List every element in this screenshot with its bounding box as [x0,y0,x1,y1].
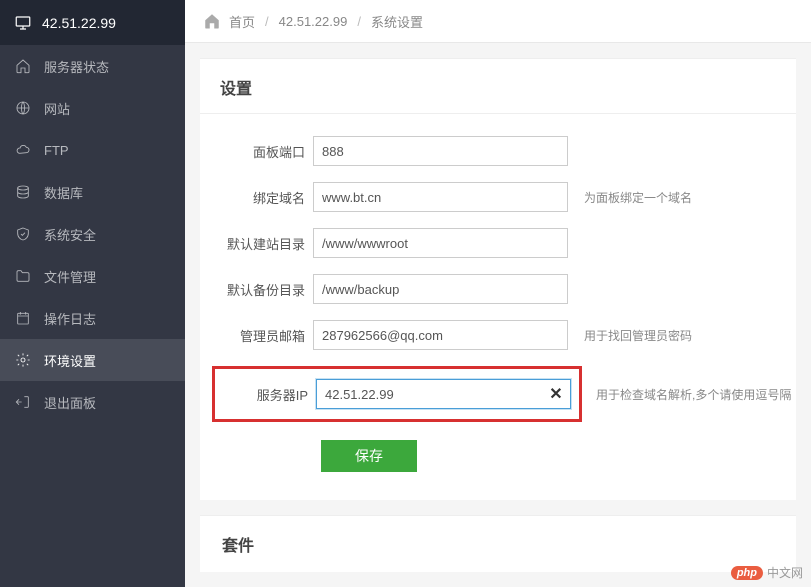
server-ip-label: 服务器IP [215,385,316,404]
sidebar-item-settings[interactable]: 环境设置 [0,339,185,381]
default-backup-dir-label: 默认备份目录 [218,280,313,299]
server-ip-highlight: 服务器IP ✕ [212,366,582,422]
sidebar-item-logs[interactable]: 操作日志 [0,297,185,339]
suite-panel-title: 套件 [200,516,796,572]
panel-title: 设置 [200,59,796,114]
clear-input-icon[interactable]: ✕ [547,385,565,403]
form-row-admin-email: 管理员邮箱 用于找回管理员密码 [218,320,778,350]
panel-port-input[interactable] [313,136,568,166]
main-content: 首页 / 42.51.22.99 / 系统设置 设置 面板端口 绑定域名 [185,0,811,587]
sidebar-item-label: 环境设置 [44,351,96,370]
bind-domain-label: 绑定域名 [218,188,313,207]
sidebar-item-ftp[interactable]: FTP [0,129,185,171]
watermark-text: 中文网 [767,564,803,581]
monitor-icon [14,14,32,32]
form-row-default-site-dir: 默认建站目录 [218,228,778,258]
sidebar-item-website[interactable]: 网站 [0,87,185,129]
sidebar-item-label: 系统安全 [44,225,96,244]
breadcrumb-current: 系统设置 [371,12,423,31]
folder-icon [14,267,32,285]
suite-panel: 套件 [200,515,796,572]
server-ip-title: 42.51.22.99 [42,15,116,31]
sidebar-header: 42.51.22.99 [0,0,185,45]
gear-icon [14,351,32,369]
settings-form: 面板端口 绑定域名 为面板绑定一个域名 默认建站目录 [200,114,796,500]
admin-email-label: 管理员邮箱 [218,326,313,345]
save-button[interactable]: 保存 [321,440,417,472]
default-site-dir-input[interactable] [313,228,568,258]
calendar-icon [14,309,32,327]
admin-email-input[interactable] [313,320,568,350]
breadcrumb: 首页 / 42.51.22.99 / 系统设置 [185,0,811,43]
bind-domain-input[interactable] [313,182,568,212]
logout-icon [14,393,32,411]
home-icon [203,12,221,30]
default-backup-dir-input[interactable] [313,274,568,304]
home-icon [14,57,32,75]
form-row-bind-domain: 绑定域名 为面板绑定一个域名 [218,182,778,212]
globe-icon [14,99,32,117]
database-icon [14,183,32,201]
watermark-badge: php [731,566,763,580]
form-row-server-ip: 服务器IP ✕ 用于检查域名解析,多个请使用逗号隔 [218,366,778,422]
sidebar-item-label: FTP [44,143,69,158]
cloud-icon [14,141,32,159]
watermark: php 中文网 [731,564,803,581]
sidebar-item-label: 服务器状态 [44,57,109,76]
server-ip-hint: 用于检查域名解析,多个请使用逗号隔 [596,386,791,403]
breadcrumb-separator: / [265,14,269,29]
sidebar-item-files[interactable]: 文件管理 [0,255,185,297]
sidebar-item-server-status[interactable]: 服务器状态 [0,45,185,87]
form-row-default-backup-dir: 默认备份目录 [218,274,778,304]
sidebar-item-label: 操作日志 [44,309,96,328]
settings-panel: 设置 面板端口 绑定域名 为面板绑定一个域名 默认建站目录 [200,58,796,500]
panel-port-label: 面板端口 [218,142,313,161]
sidebar-item-security[interactable]: 系统安全 [0,213,185,255]
sidebar-item-logout[interactable]: 退出面板 [0,381,185,423]
breadcrumb-server[interactable]: 42.51.22.99 [279,14,348,29]
default-site-dir-label: 默认建站目录 [218,234,313,253]
server-ip-input[interactable] [316,379,571,409]
sidebar-item-label: 退出面板 [44,393,96,412]
form-row-panel-port: 面板端口 [218,136,778,166]
shield-icon [14,225,32,243]
admin-email-hint: 用于找回管理员密码 [584,327,692,344]
sidebar-item-label: 文件管理 [44,267,96,286]
breadcrumb-separator: / [357,14,361,29]
sidebar-item-label: 数据库 [44,183,83,202]
breadcrumb-home[interactable]: 首页 [229,12,255,31]
sidebar: 42.51.22.99 服务器状态 网站 FTP 数据库 [0,0,185,587]
sidebar-item-label: 网站 [44,99,70,118]
bind-domain-hint: 为面板绑定一个域名 [584,189,692,206]
sidebar-item-database[interactable]: 数据库 [0,171,185,213]
